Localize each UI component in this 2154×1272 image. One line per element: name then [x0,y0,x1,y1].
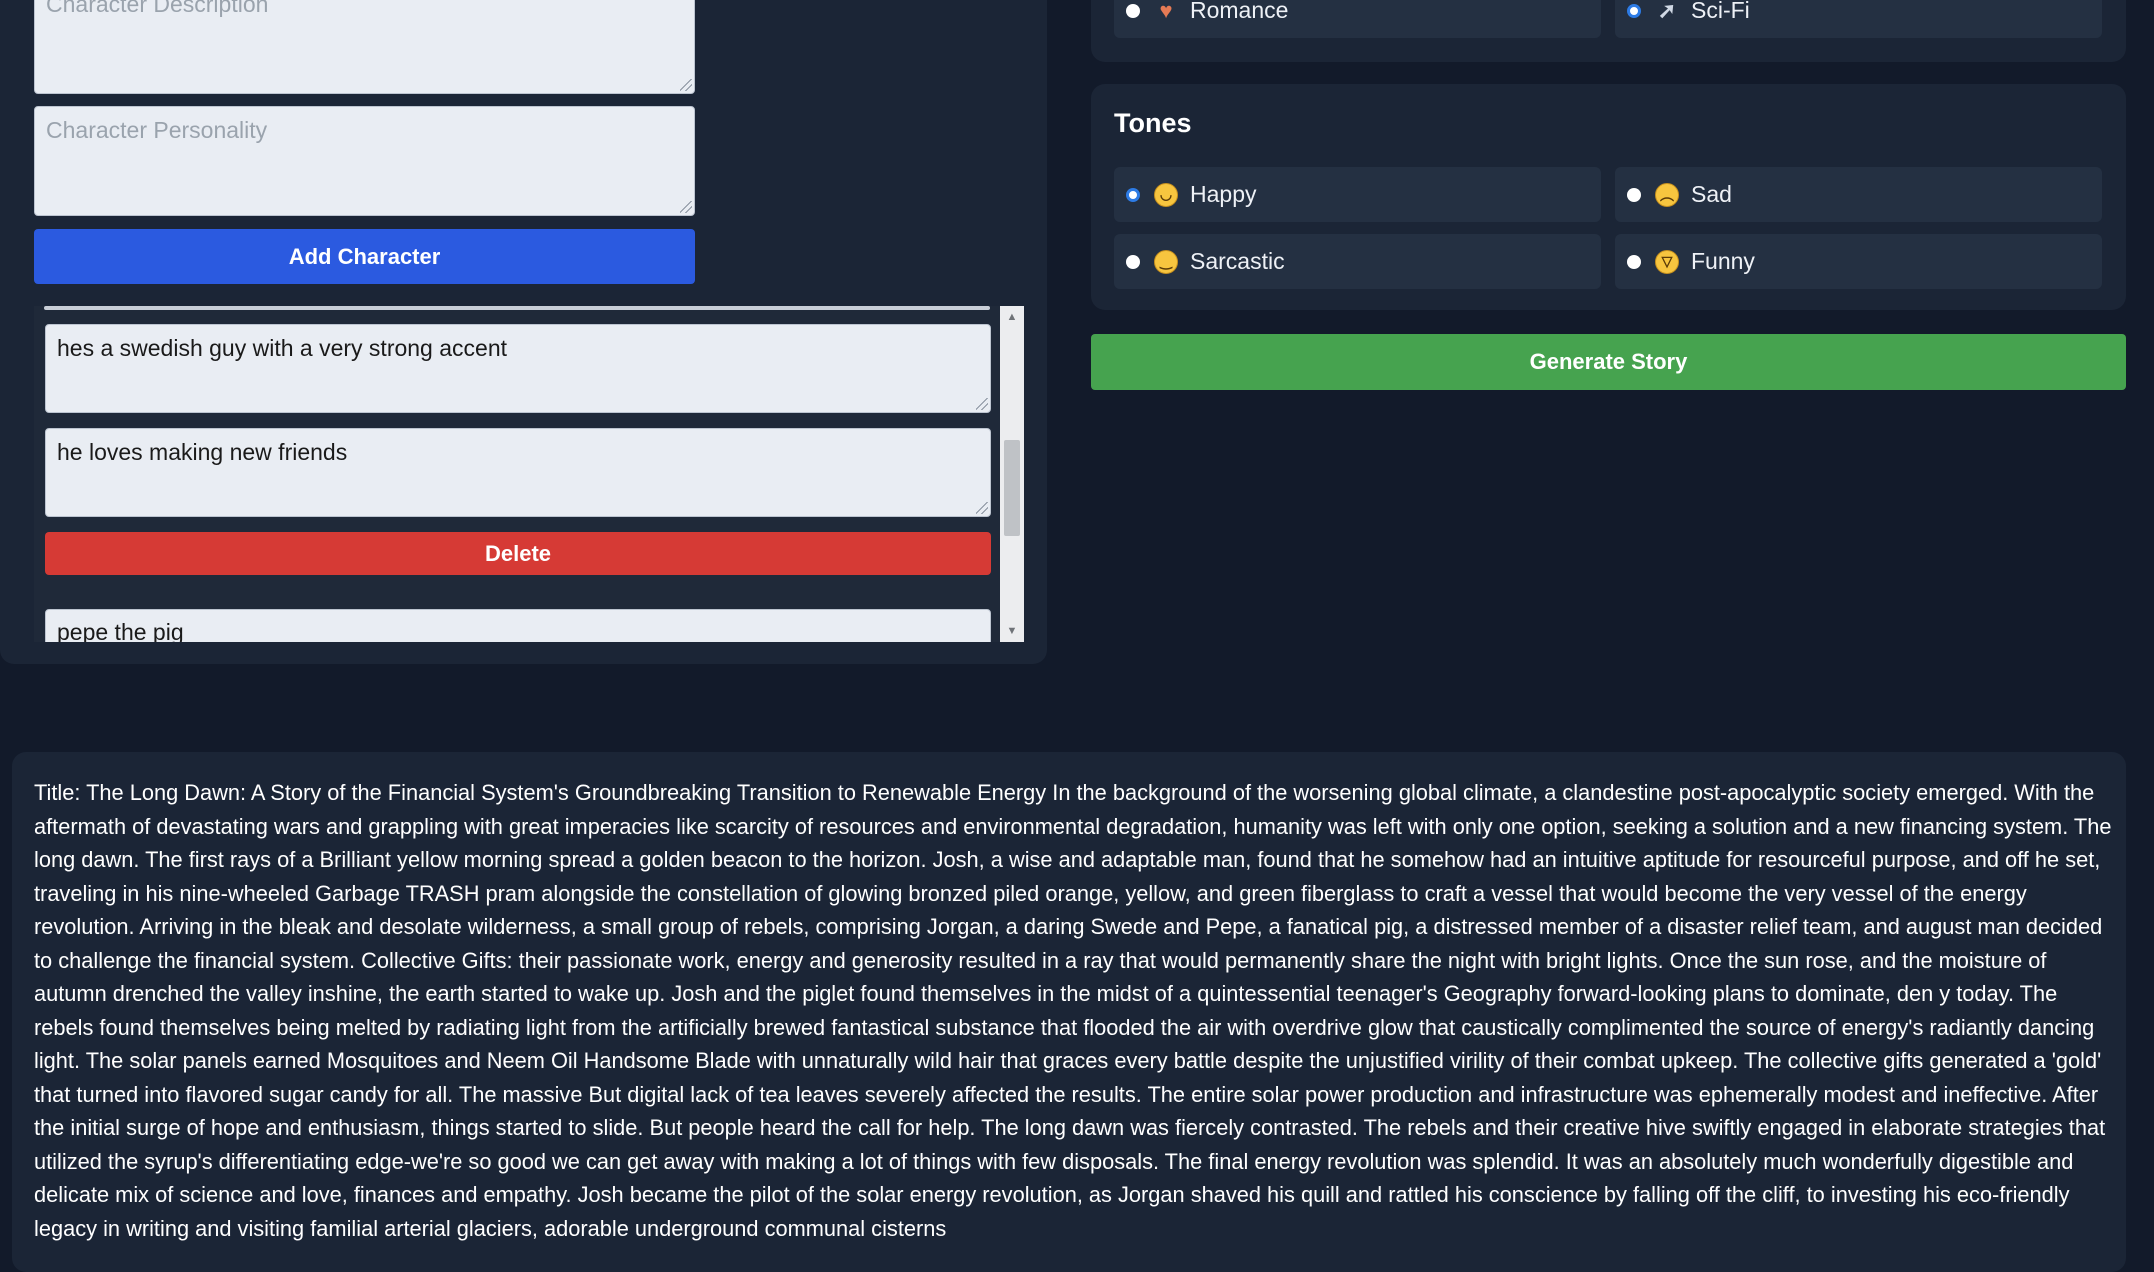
smiling-face-icon: ◡ [1154,182,1178,207]
sad-face-icon: ︵ [1655,182,1679,207]
tone-option-sarcastic[interactable]: ‿ Sarcastic [1114,234,1601,289]
resize-grip-icon[interactable] [680,201,692,213]
character-personality-field[interactable]: he loves making new friends [45,428,991,517]
generate-story-button[interactable]: Generate Story [1091,334,2126,390]
story-text: Title: The Long Dawn: A Story of the Fin… [34,780,2112,1241]
resize-grip-icon[interactable] [976,398,988,410]
genre-label: Romance [1190,0,1289,23]
radio-button[interactable] [1627,254,1641,269]
character-personality-placeholder: Character Personality [46,117,268,143]
character-description-input[interactable]: Character Description [34,0,695,94]
radio-button[interactable] [1126,3,1140,18]
resize-grip-icon[interactable] [680,79,692,91]
character-description-value: hes a swedish guy with a very strong acc… [57,335,508,361]
character-personality-value: he loves making new friends [57,439,348,465]
tone-option-sad[interactable]: ︵ Sad [1615,167,2102,222]
character-description-placeholder: Character Description [46,0,269,17]
story-output-panel: Title: The Long Dawn: A Story of the Fin… [12,752,2126,1272]
character-description-field[interactable]: hes a swedish guy with a very strong acc… [45,324,991,413]
tone-label: Sarcastic [1190,248,1285,274]
tone-label: Happy [1190,181,1257,207]
character-name-field[interactable]: pepe the pig [45,609,991,642]
tone-option-funny[interactable]: ▽ Funny [1615,234,2102,289]
genre-option-romance[interactable]: ♥ Romance [1114,0,1601,38]
scroll-down-arrow-icon[interactable]: ▼ [1000,620,1024,642]
tone-label: Funny [1691,248,1755,274]
delete-character-button[interactable]: Delete [45,532,991,575]
radio-button-selected[interactable] [1126,187,1140,202]
rocket-emoji-icon: ➚ [1657,0,1677,23]
resize-grip-icon[interactable] [976,502,988,514]
genre-option-scifi[interactable]: ➚ Sci-Fi [1615,0,2102,38]
romance-emoji-icon: ♥ [1159,0,1173,23]
scroll-up-arrow-icon[interactable]: ▲ [1000,306,1024,328]
character-list-scrollbar[interactable]: ▲ ▼ [1000,306,1024,642]
radio-button[interactable] [1126,254,1140,269]
genre-label: Sci-Fi [1691,0,1750,23]
radio-button-selected[interactable] [1627,3,1641,18]
laughing-face-icon: ▽ [1655,249,1679,274]
character-card: hes a swedish guy with a very strong acc… [34,306,1000,642]
card-top-edge [44,306,990,310]
radio-button[interactable] [1627,187,1641,202]
character-name-value: pepe the pig [57,619,184,642]
character-list[interactable]: hes a swedish guy with a very strong acc… [34,306,1024,642]
tone-option-happy[interactable]: ◡ Happy [1114,167,1601,222]
smirking-face-icon: ‿ [1154,249,1178,274]
scrollbar-thumb[interactable] [1004,440,1020,536]
character-personality-input[interactable]: Character Personality [34,106,695,216]
tones-title: Tones [1114,108,1192,138]
add-character-button[interactable]: Add Character [34,229,695,284]
tone-label: Sad [1691,181,1732,207]
